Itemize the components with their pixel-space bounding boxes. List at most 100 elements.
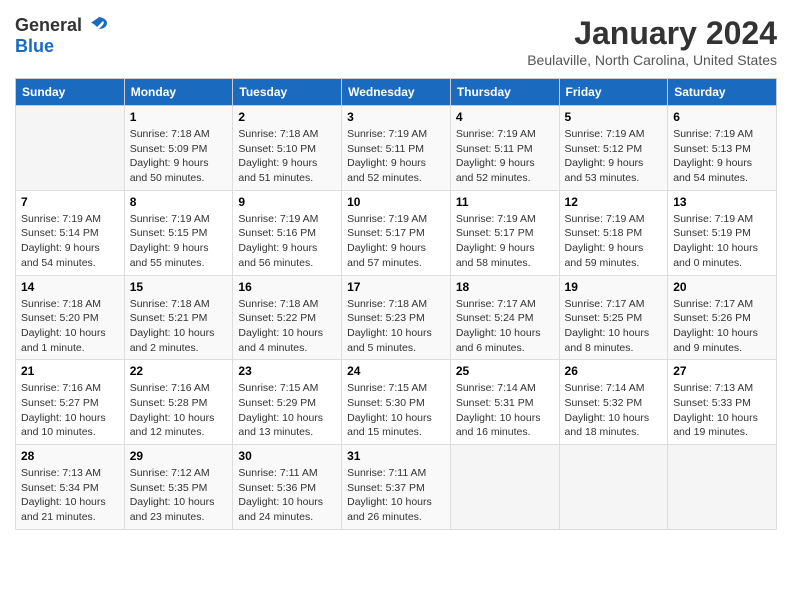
day-number: 28 <box>21 449 119 463</box>
weekday-header-saturday: Saturday <box>668 79 777 106</box>
weekday-header-tuesday: Tuesday <box>233 79 342 106</box>
day-info: Sunrise: 7:18 AM Sunset: 5:21 PM Dayligh… <box>130 297 228 356</box>
day-number: 26 <box>565 364 663 378</box>
day-info: Sunrise: 7:19 AM Sunset: 5:13 PM Dayligh… <box>673 127 771 186</box>
day-info: Sunrise: 7:19 AM Sunset: 5:11 PM Dayligh… <box>456 127 554 186</box>
calendar-cell: 13Sunrise: 7:19 AM Sunset: 5:19 PM Dayli… <box>668 190 777 275</box>
calendar-cell: 5 Sunrise: 7:19 AM Sunset: 5:12 PM Daylig… <box>559 106 668 191</box>
day-info: Sunrise: 7:13 AM Sunset: 5:33 PM Dayligh… <box>673 381 771 440</box>
day-info: Sunrise: 7:12 AM Sunset: 5:35 PM Dayligh… <box>130 466 228 525</box>
day-number: 2 <box>238 110 336 124</box>
day-number: 22 <box>130 364 228 378</box>
day-info: Sunrise: 7:18 AM Sunset: 5:23 PM Dayligh… <box>347 297 445 356</box>
calendar-cell: 7 Sunrise: 7:19 AM Sunset: 5:14 PM Daylig… <box>16 190 125 275</box>
day-number: 30 <box>238 449 336 463</box>
day-number: 14 <box>21 280 119 294</box>
day-info: Sunrise: 7:19 AM Sunset: 5:15 PM Dayligh… <box>130 212 228 271</box>
calendar-cell: 20Sunrise: 7:17 AM Sunset: 5:26 PM Dayli… <box>668 275 777 360</box>
day-info: Sunrise: 7:18 AM Sunset: 5:20 PM Dayligh… <box>21 297 119 356</box>
calendar-cell: 19Sunrise: 7:17 AM Sunset: 5:25 PM Dayli… <box>559 275 668 360</box>
calendar-cell <box>559 445 668 530</box>
calendar-cell: 9 Sunrise: 7:19 AM Sunset: 5:16 PM Daylig… <box>233 190 342 275</box>
day-info: Sunrise: 7:16 AM Sunset: 5:28 PM Dayligh… <box>130 381 228 440</box>
day-number: 6 <box>673 110 771 124</box>
calendar-cell: 8 Sunrise: 7:19 AM Sunset: 5:15 PM Daylig… <box>124 190 233 275</box>
day-number: 17 <box>347 280 445 294</box>
weekday-header-row: SundayMondayTuesdayWednesdayThursdayFrid… <box>16 79 777 106</box>
logo-blue: Blue <box>15 36 54 56</box>
logo-bird-icon <box>89 15 109 35</box>
calendar-cell: 11Sunrise: 7:19 AM Sunset: 5:17 PM Dayli… <box>450 190 559 275</box>
week-row-5: 28 Sunrise: 7:13 AM Sunset: 5:34 PM Dayli… <box>16 445 777 530</box>
day-number: 25 <box>456 364 554 378</box>
weekday-header-wednesday: Wednesday <box>342 79 451 106</box>
day-info: Sunrise: 7:13 AM Sunset: 5:34 PM Dayligh… <box>21 466 119 525</box>
calendar-cell: 31 Sunrise: 7:11 AM Sunset: 5:37 PM Dayli… <box>342 445 451 530</box>
week-row-1: 1Sunrise: 7:18 AM Sunset: 5:09 PM Daylig… <box>16 106 777 191</box>
logo-general: General <box>15 15 82 35</box>
page-header: General Blue January 2024 Beulaville, No… <box>15 15 777 68</box>
calendar-cell: 24Sunrise: 7:15 AM Sunset: 5:30 PM Dayli… <box>342 360 451 445</box>
day-number: 7 <box>21 195 119 209</box>
day-number: 5 <box>565 110 663 124</box>
calendar-cell: 16 Sunrise: 7:18 AM Sunset: 5:22 PM Dayli… <box>233 275 342 360</box>
calendar-cell: 10 Sunrise: 7:19 AM Sunset: 5:17 PM Dayli… <box>342 190 451 275</box>
day-info: Sunrise: 7:19 AM Sunset: 5:18 PM Dayligh… <box>565 212 663 271</box>
calendar-cell: 29Sunrise: 7:12 AM Sunset: 5:35 PM Dayli… <box>124 445 233 530</box>
day-info: Sunrise: 7:17 AM Sunset: 5:24 PM Dayligh… <box>456 297 554 356</box>
calendar-cell: 21Sunrise: 7:16 AM Sunset: 5:27 PM Dayli… <box>16 360 125 445</box>
day-number: 23 <box>238 364 336 378</box>
logo: General Blue <box>15 15 109 57</box>
calendar-cell: 26 Sunrise: 7:14 AM Sunset: 5:32 PM Dayli… <box>559 360 668 445</box>
calendar-cell: 15 Sunrise: 7:18 AM Sunset: 5:21 PM Dayli… <box>124 275 233 360</box>
day-number: 18 <box>456 280 554 294</box>
day-number: 3 <box>347 110 445 124</box>
calendar-cell: 17 Sunrise: 7:18 AM Sunset: 5:23 PM Dayli… <box>342 275 451 360</box>
day-number: 10 <box>347 195 445 209</box>
day-info: Sunrise: 7:14 AM Sunset: 5:31 PM Dayligh… <box>456 381 554 440</box>
calendar-cell: 27 Sunrise: 7:13 AM Sunset: 5:33 PM Dayli… <box>668 360 777 445</box>
week-row-3: 14 Sunrise: 7:18 AM Sunset: 5:20 PM Dayli… <box>16 275 777 360</box>
calendar-cell <box>450 445 559 530</box>
calendar-cell: 3 Sunrise: 7:19 AM Sunset: 5:11 PM Daylig… <box>342 106 451 191</box>
calendar-subtitle: Beulaville, North Carolina, United State… <box>527 52 777 68</box>
calendar-cell: 1Sunrise: 7:18 AM Sunset: 5:09 PM Daylig… <box>124 106 233 191</box>
day-number: 31 <box>347 449 445 463</box>
day-info: Sunrise: 7:19 AM Sunset: 5:12 PM Dayligh… <box>565 127 663 186</box>
day-info: Sunrise: 7:15 AM Sunset: 5:29 PM Dayligh… <box>238 381 336 440</box>
day-number: 27 <box>673 364 771 378</box>
day-info: Sunrise: 7:18 AM Sunset: 5:22 PM Dayligh… <box>238 297 336 356</box>
day-info: Sunrise: 7:16 AM Sunset: 5:27 PM Dayligh… <box>21 381 119 440</box>
day-info: Sunrise: 7:19 AM Sunset: 5:17 PM Dayligh… <box>456 212 554 271</box>
day-info: Sunrise: 7:19 AM Sunset: 5:19 PM Dayligh… <box>673 212 771 271</box>
week-row-2: 7 Sunrise: 7:19 AM Sunset: 5:14 PM Daylig… <box>16 190 777 275</box>
day-info: Sunrise: 7:17 AM Sunset: 5:25 PM Dayligh… <box>565 297 663 356</box>
calendar-cell: 2Sunrise: 7:18 AM Sunset: 5:10 PM Daylig… <box>233 106 342 191</box>
day-info: Sunrise: 7:19 AM Sunset: 5:17 PM Dayligh… <box>347 212 445 271</box>
day-info: Sunrise: 7:19 AM Sunset: 5:11 PM Dayligh… <box>347 127 445 186</box>
week-row-4: 21Sunrise: 7:16 AM Sunset: 5:27 PM Dayli… <box>16 360 777 445</box>
day-number: 16 <box>238 280 336 294</box>
day-number: 20 <box>673 280 771 294</box>
day-number: 8 <box>130 195 228 209</box>
day-info: Sunrise: 7:14 AM Sunset: 5:32 PM Dayligh… <box>565 381 663 440</box>
calendar-cell <box>16 106 125 191</box>
title-block: January 2024 Beulaville, North Carolina,… <box>527 15 777 68</box>
day-number: 12 <box>565 195 663 209</box>
day-number: 9 <box>238 195 336 209</box>
calendar-cell: 12 Sunrise: 7:19 AM Sunset: 5:18 PM Dayli… <box>559 190 668 275</box>
day-number: 4 <box>456 110 554 124</box>
day-number: 15 <box>130 280 228 294</box>
calendar-cell: 14 Sunrise: 7:18 AM Sunset: 5:20 PM Dayli… <box>16 275 125 360</box>
day-info: Sunrise: 7:11 AM Sunset: 5:37 PM Dayligh… <box>347 466 445 525</box>
day-number: 24 <box>347 364 445 378</box>
day-info: Sunrise: 7:11 AM Sunset: 5:36 PM Dayligh… <box>238 466 336 525</box>
day-info: Sunrise: 7:19 AM Sunset: 5:14 PM Dayligh… <box>21 212 119 271</box>
day-info: Sunrise: 7:18 AM Sunset: 5:09 PM Dayligh… <box>130 127 228 186</box>
day-info: Sunrise: 7:19 AM Sunset: 5:16 PM Dayligh… <box>238 212 336 271</box>
calendar-cell: 23 Sunrise: 7:15 AM Sunset: 5:29 PM Dayli… <box>233 360 342 445</box>
calendar-cell: 6 Sunrise: 7:19 AM Sunset: 5:13 PM Daylig… <box>668 106 777 191</box>
weekday-header-monday: Monday <box>124 79 233 106</box>
calendar-cell <box>668 445 777 530</box>
weekday-header-friday: Friday <box>559 79 668 106</box>
